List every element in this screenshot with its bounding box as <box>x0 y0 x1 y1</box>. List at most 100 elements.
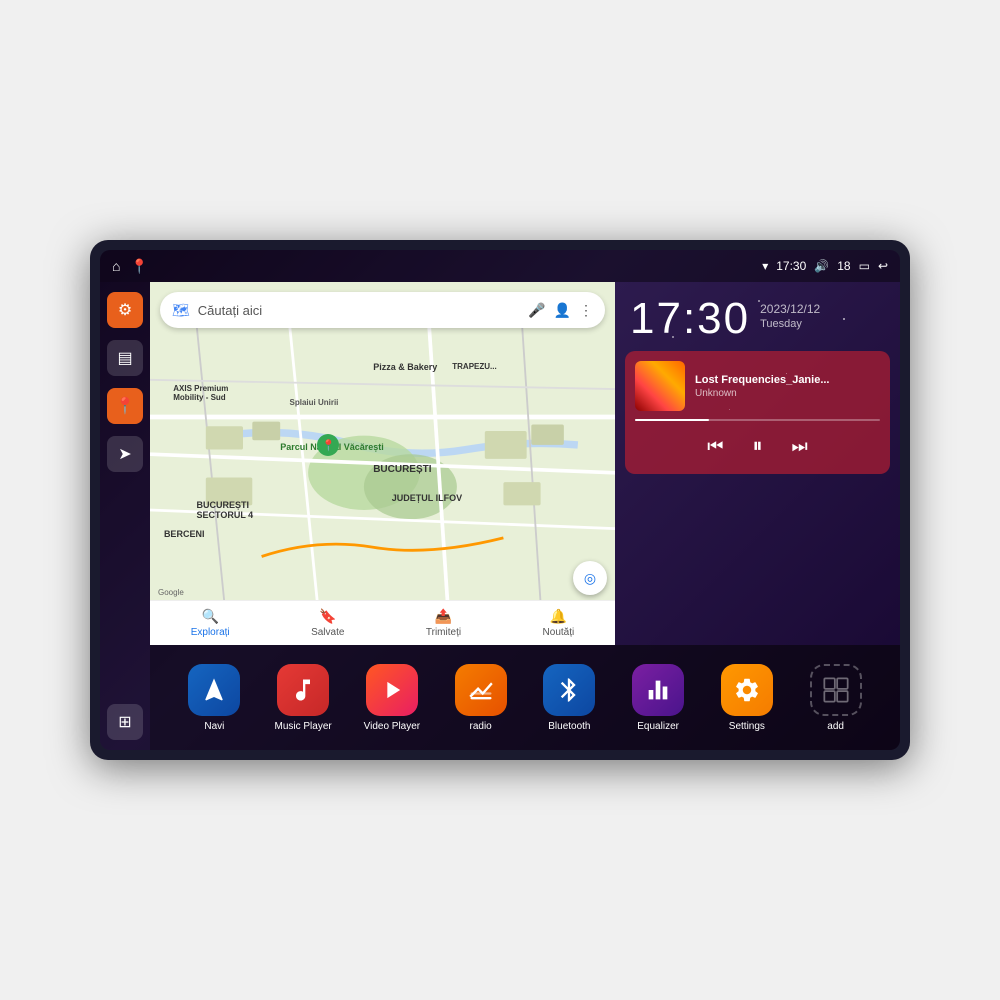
saved-label: Salvate <box>311 627 344 638</box>
music-info: Lost Frequencies_Janie... Unknown <box>695 374 880 399</box>
google-maps-icon: 🗺 <box>172 302 190 319</box>
date-display: 2023/12/12 <box>760 302 820 316</box>
sidebar-settings-btn[interactable]: ⚙ <box>107 292 143 328</box>
clock-date: 2023/12/12 Tuesday <box>760 297 820 330</box>
prev-button[interactable]: ⏮ <box>705 434 725 459</box>
news-icon: 🔔 <box>550 608 567 625</box>
more-icon[interactable]: ⋮ <box>579 302 593 319</box>
maps-icon[interactable]: 📍 <box>130 258 147 275</box>
nav-saved[interactable]: 🔖 Salvate <box>311 608 344 638</box>
content-area: AXIS PremiumMobility - Sud Pizza & Baker… <box>150 282 900 750</box>
device: ⌂ 📍 ▾ 17:30 🔊 18 ▭ ↩ ⚙ ▤ <box>90 240 910 760</box>
battery-icon: ▭ <box>859 259 870 273</box>
album-art <box>635 361 685 411</box>
bottom-app-grid: Navi Music Player <box>150 645 900 750</box>
signal-display: 18 <box>837 259 850 273</box>
map-label-sect4: BUCUREȘTISECTORUL 4 <box>197 500 254 520</box>
sidebar-grid-btn[interactable]: ⊞ <box>107 704 143 740</box>
app-radio[interactable]: radio <box>448 664 513 732</box>
album-image <box>635 361 685 411</box>
time-display: 17:30 <box>776 259 806 273</box>
day-display: Tuesday <box>760 318 820 330</box>
clock-time: 17:30 <box>630 297 750 341</box>
map-bottom-nav: 🔍 Explorați 🔖 Salvate 📤 Trimiteți <box>150 600 615 645</box>
volume-icon: 🔊 <box>814 259 829 273</box>
explore-label: Explorați <box>191 627 230 638</box>
sidebar-files-btn[interactable]: ▤ <box>107 340 143 376</box>
status-bar-right: ▾ 17:30 🔊 18 ▭ ↩ <box>762 259 888 273</box>
mic-icon[interactable]: 🎤 <box>528 302 545 319</box>
bluetooth-icon <box>543 664 595 716</box>
my-location-icon: ◎ <box>584 570 596 587</box>
saved-icon: 🔖 <box>319 608 336 625</box>
info-panel: 17:30 2023/12/12 Tuesday <box>615 282 900 645</box>
status-bar: ⌂ 📍 ▾ 17:30 🔊 18 ▭ ↩ <box>100 250 900 282</box>
map-search-bar[interactable]: 🗺 Căutați aici 🎤 👤 ⋮ <box>160 292 605 328</box>
navi-icon <box>188 664 240 716</box>
grid-icon: ⊞ <box>118 712 131 732</box>
explore-icon: 🔍 <box>201 608 218 625</box>
app-equalizer[interactable]: Equalizer <box>626 664 691 732</box>
bluetooth-label: Bluetooth <box>548 721 590 732</box>
map-label-splai: Splaiui Unirii <box>290 398 339 407</box>
add-label: add <box>827 721 844 732</box>
sidebar-bottom: ⊞ <box>107 704 143 740</box>
next-button[interactable]: ⏭ <box>790 434 810 459</box>
app-settings[interactable]: Settings <box>714 664 779 732</box>
equalizer-label: Equalizer <box>637 721 679 732</box>
settings-icon: ⚙ <box>118 300 132 320</box>
nav-share[interactable]: 📤 Trimiteți <box>426 608 461 638</box>
app-bluetooth[interactable]: Bluetooth <box>537 664 602 732</box>
music-player-icon <box>277 664 329 716</box>
wifi-icon: ▾ <box>762 259 768 273</box>
radio-icon <box>455 664 507 716</box>
sidebar-nav-btn[interactable]: ➤ <box>107 436 143 472</box>
status-bar-left: ⌂ 📍 <box>112 258 148 275</box>
music-controls: ⏮ ⏸ ⏭ <box>635 429 880 464</box>
location-fab[interactable]: ◎ <box>573 561 607 595</box>
map-label-berceni: BERCENI <box>164 529 205 539</box>
clock-widget: 17:30 2023/12/12 Tuesday <box>615 282 900 351</box>
app-navi[interactable]: Navi <box>182 664 247 732</box>
music-progress-fill <box>635 419 709 421</box>
news-label: Noutăți <box>543 627 575 638</box>
settings-app-icon <box>721 664 773 716</box>
home-icon[interactable]: ⌂ <box>112 258 120 274</box>
music-widget[interactable]: Lost Frequencies_Janie... Unknown ⏮ ⏸ ⏭ <box>625 351 890 474</box>
video-player-label: Video Player <box>364 721 421 732</box>
pause-button[interactable]: ⏸ <box>751 433 765 460</box>
nav-explore[interactable]: 🔍 Explorați <box>191 608 230 638</box>
files-icon: ▤ <box>117 348 132 368</box>
app-video-player[interactable]: Video Player <box>359 664 424 732</box>
screen: ⌂ 📍 ▾ 17:30 🔊 18 ▭ ↩ ⚙ ▤ <box>100 250 900 750</box>
sidebar-maps-btn[interactable]: 📍 <box>107 388 143 424</box>
map-container: AXIS PremiumMobility - Sud Pizza & Baker… <box>150 282 615 645</box>
music-title: Lost Frequencies_Janie... <box>695 374 880 386</box>
back-icon[interactable]: ↩ <box>878 259 888 273</box>
music-top: Lost Frequencies_Janie... Unknown <box>635 361 880 411</box>
main-area: ⚙ ▤ 📍 ➤ ⊞ <box>100 282 900 750</box>
search-placeholder: Căutați aici <box>198 303 520 318</box>
music-artist: Unknown <box>695 388 880 399</box>
arrow-icon: ➤ <box>118 444 131 464</box>
settings-label: Settings <box>729 721 765 732</box>
add-icon-box <box>810 664 862 716</box>
radio-label: radio <box>470 721 492 732</box>
music-progress-bar[interactable] <box>635 419 880 421</box>
equalizer-icon <box>632 664 684 716</box>
map-label-buc: BUCUREȘTI <box>373 464 431 475</box>
share-icon: 📤 <box>435 608 452 625</box>
map-label-trap: TRAPEZU... <box>452 362 496 371</box>
map-label-ilfov: JUDEȚUL ILFOV <box>392 493 462 503</box>
nav-news[interactable]: 🔔 Noutăți <box>543 608 575 638</box>
app-add[interactable]: add <box>803 664 868 732</box>
left-sidebar: ⚙ ▤ 📍 ➤ ⊞ <box>100 282 150 750</box>
account-icon[interactable]: 👤 <box>554 302 571 319</box>
search-icons: 🎤 👤 ⋮ <box>528 302 593 319</box>
map-label-pizza: Pizza & Bakery <box>373 362 437 372</box>
app-music-player[interactable]: Music Player <box>271 664 336 732</box>
video-player-icon <box>366 664 418 716</box>
map-panel[interactable]: AXIS PremiumMobility - Sud Pizza & Baker… <box>150 282 615 645</box>
map-label-axis: AXIS PremiumMobility - Sud <box>173 384 228 402</box>
top-section: AXIS PremiumMobility - Sud Pizza & Baker… <box>150 282 900 645</box>
